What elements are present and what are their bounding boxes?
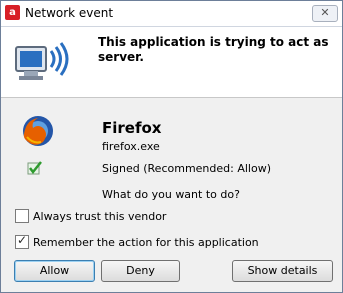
signature-status: Signed (Recommended: Allow)	[102, 162, 271, 175]
prompt-question: What do you want to do?	[102, 188, 240, 201]
header-banner: This application is trying to act as ser…	[1, 27, 342, 98]
network-monitor-icon	[15, 42, 69, 80]
deny-button[interactable]: Deny	[101, 260, 180, 282]
app-name: Firefox	[102, 119, 162, 137]
remember-action-option[interactable]: Remember the action for this application	[15, 233, 259, 249]
firefox-icon	[23, 116, 53, 146]
avira-logo-icon: a	[5, 5, 20, 20]
signed-check-icon	[27, 161, 42, 175]
title-bar[interactable]: a Network event ✕	[1, 1, 342, 27]
headline-message: This application is trying to act as ser…	[98, 35, 329, 64]
remember-action-checkbox[interactable]	[15, 233, 29, 249]
allow-button[interactable]: Allow	[14, 260, 95, 282]
trust-vendor-checkbox[interactable]	[15, 209, 29, 223]
app-executable: firefox.exe	[102, 140, 160, 153]
trust-vendor-option[interactable]: Always trust this vendor	[15, 209, 166, 223]
window-title: Network event	[25, 6, 114, 20]
network-event-dialog: a Network event ✕ This application is tr…	[0, 0, 343, 293]
show-details-button[interactable]: Show details	[232, 260, 333, 282]
trust-vendor-label[interactable]: Always trust this vendor	[33, 210, 166, 223]
close-button[interactable]: ✕	[312, 5, 338, 22]
remember-action-label[interactable]: Remember the action for this application	[33, 236, 259, 249]
